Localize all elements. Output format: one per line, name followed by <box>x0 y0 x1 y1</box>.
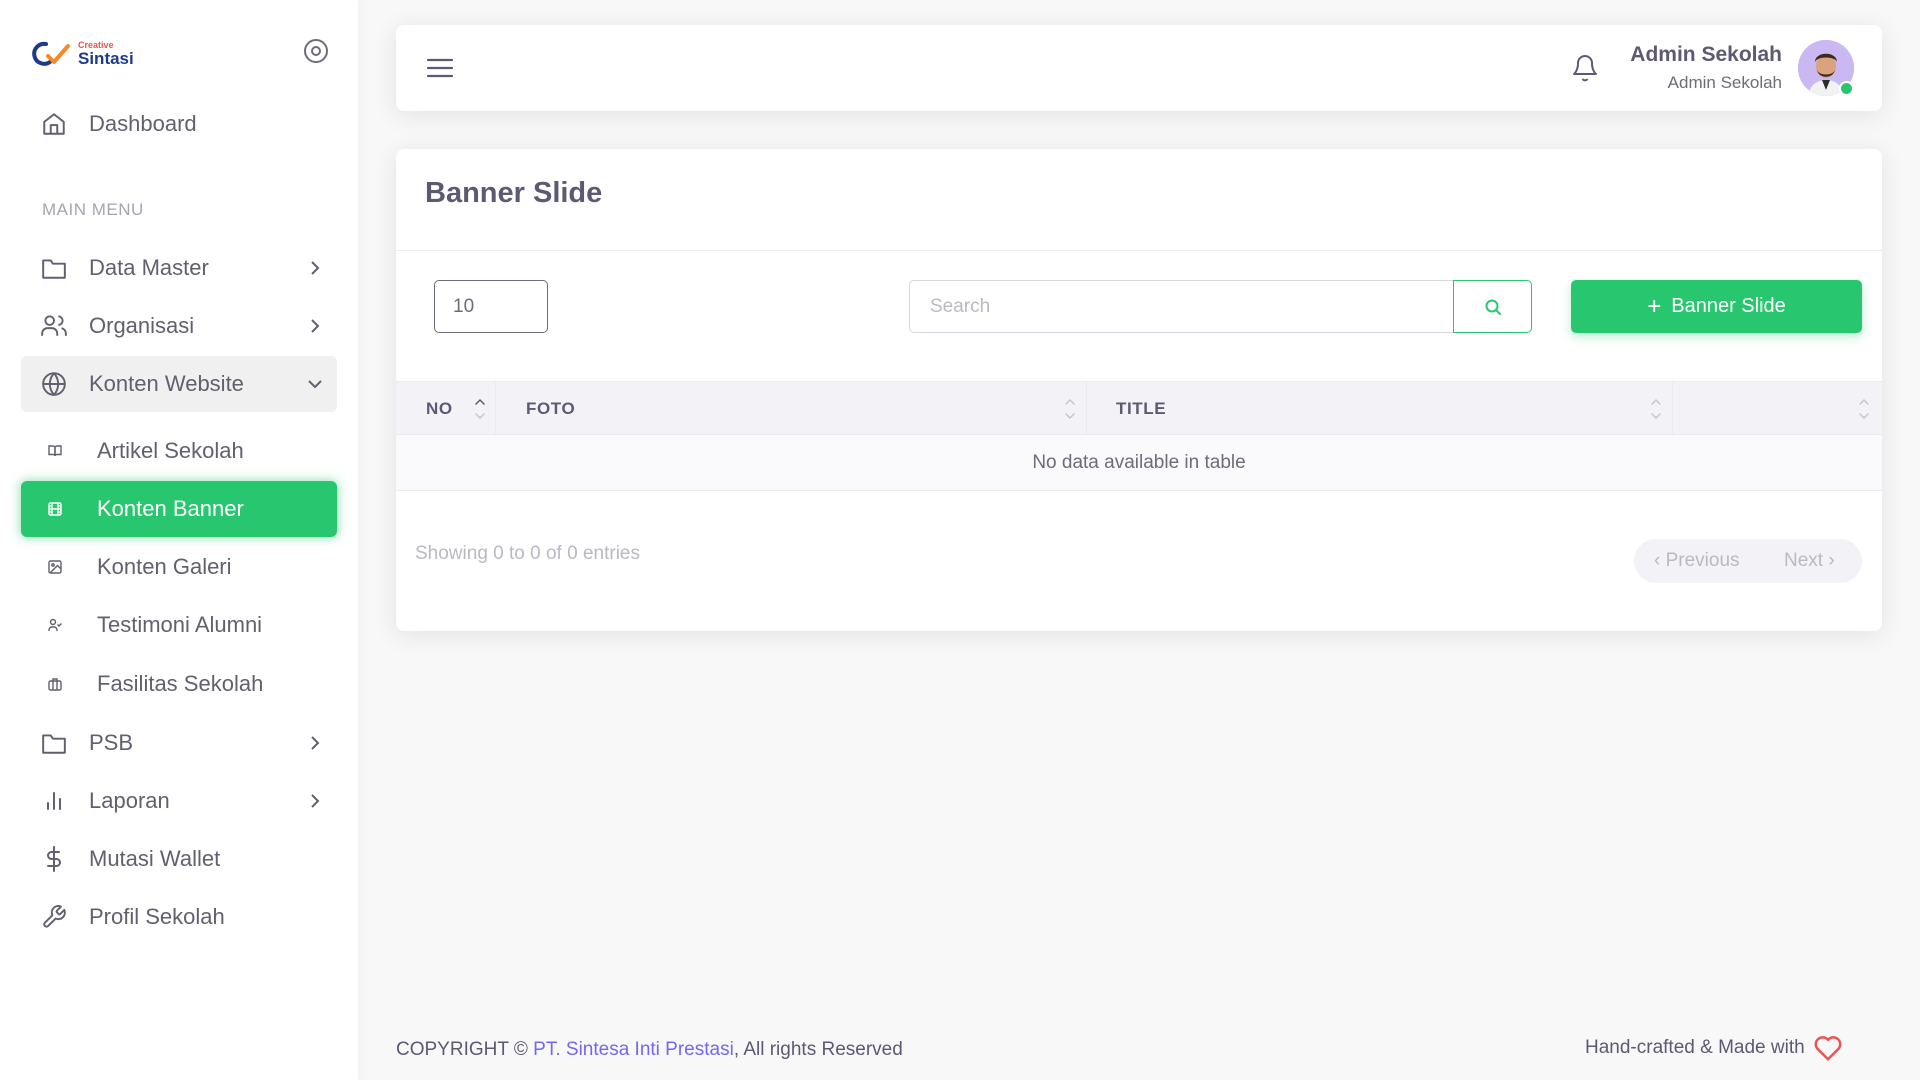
previous-page-button[interactable]: ‹ Previous <box>1654 550 1740 572</box>
previous-label: Previous <box>1665 550 1740 571</box>
notification-bell-icon[interactable] <box>1570 52 1600 84</box>
next-label: Next <box>1784 550 1824 571</box>
user-check-icon <box>47 617 63 633</box>
sidebar-item-label: Organisasi <box>89 313 195 338</box>
online-status-indicator <box>1839 81 1854 96</box>
section-header-main-menu: MAIN MENU <box>42 200 144 219</box>
top-navbar: Admin Sekolah Admin Sekolah <box>396 25 1882 111</box>
sort-icon[interactable] <box>1858 394 1870 424</box>
brand-name: Sintasi <box>78 49 134 68</box>
user-role: Admin Sekolah <box>1667 73 1782 92</box>
sidebar-item-label: Konten Galeri <box>97 554 232 579</box>
sidebar-item-organisasi[interactable]: Organisasi <box>21 298 337 354</box>
table-info: Showing 0 to 0 of 0 entries <box>415 543 640 564</box>
sidebar-item-label: Fasilitas Sekolah <box>97 671 264 696</box>
sidebar-item-label: Artikel Sekolah <box>97 438 244 463</box>
divider <box>396 250 1882 251</box>
sidebar-item-konten-banner[interactable]: Konten Banner <box>21 481 337 537</box>
footer-handcrafted: Hand-crafted & Made with <box>1585 1034 1843 1062</box>
sidebar-item-fasilitas-sekolah[interactable]: Fasilitas Sekolah <box>21 656 337 712</box>
sidebar-item-profil-sekolah[interactable]: Profil Sekolah <box>21 889 337 945</box>
table-header: NO FOTO TITLE <box>396 381 1882 436</box>
dollar-icon <box>39 844 69 874</box>
briefcase-icon <box>47 676 63 692</box>
column-separator <box>495 382 496 436</box>
add-banner-slide-button[interactable]: + Banner Slide <box>1571 280 1862 333</box>
footer-copyright: COPYRIGHT © PT. Sintesa Inti Prestasi, A… <box>396 1039 903 1061</box>
sidebar-item-label: Konten Banner <box>97 496 244 521</box>
globe-icon <box>39 369 69 399</box>
pagination: ‹ Previous Next › <box>1634 539 1862 583</box>
chevron-right-icon <box>311 319 320 333</box>
plus-icon: + <box>1647 292 1662 320</box>
copyright-text: COPYRIGHT © <box>396 1039 528 1060</box>
add-button-label: Banner Slide <box>1671 295 1786 317</box>
sidebar-item-psb[interactable]: PSB <box>21 715 337 771</box>
book-icon <box>47 443 63 459</box>
sidebar-item-label: Laporan <box>89 788 170 813</box>
chevron-down-icon <box>308 380 322 389</box>
sidebar-item-label: Profil Sekolah <box>89 904 225 929</box>
column-header-title[interactable]: TITLE <box>1116 382 1166 436</box>
column-separator <box>1086 382 1087 436</box>
chevron-right-icon <box>311 794 320 808</box>
banner-slide-card: Banner Slide 10 + Banner Slide NO FOTO T… <box>396 149 1882 631</box>
sidebar-item-label: Data Master <box>89 255 209 280</box>
column-header-no[interactable]: NO <box>426 382 453 436</box>
heart-icon <box>1814 1036 1842 1061</box>
bar-chart-icon <box>39 786 69 816</box>
sort-icon[interactable] <box>1650 394 1662 424</box>
sidebar-item-dashboard[interactable]: Dashboard <box>21 96 337 152</box>
folder-icon <box>39 728 69 758</box>
search-input[interactable] <box>909 280 1453 333</box>
folder-icon <box>39 253 69 283</box>
company-link[interactable]: PT. Sintesa Inti Prestasi <box>533 1039 734 1060</box>
sidebar-item-label: Mutasi Wallet <box>89 846 221 871</box>
sidebar-item-label: Testimoni Alumni <box>97 612 263 637</box>
sidebar-item-data-master[interactable]: Data Master <box>21 240 337 296</box>
rights-text: , All rights Reserved <box>733 1039 903 1060</box>
sidebar-item-konten-galeri[interactable]: Konten Galeri <box>21 539 337 595</box>
handcrafted-text: Hand-crafted & Made with <box>1585 1037 1805 1058</box>
sidebar-item-label: Dashboard <box>89 111 197 136</box>
sidebar-item-mutasi-wallet[interactable]: Mutasi Wallet <box>21 831 337 887</box>
empty-table-message: No data available in table <box>396 435 1882 491</box>
sidebar-item-laporan[interactable]: Laporan <box>21 773 337 829</box>
page-title: Banner Slide <box>425 177 603 209</box>
home-icon <box>39 109 69 139</box>
sidebar: Creative Sintasi Dashboard MAIN MENU Dat… <box>0 0 358 1080</box>
sort-icon[interactable] <box>474 394 486 424</box>
menu-icon[interactable] <box>426 55 454 81</box>
tool-icon <box>39 902 69 932</box>
film-icon <box>47 501 63 517</box>
collapse-toggle-icon[interactable] <box>302 37 330 65</box>
next-page-button[interactable]: Next › <box>1784 550 1835 572</box>
sort-icon[interactable] <box>1064 394 1076 424</box>
sidebar-item-testimoni-alumni[interactable]: Testimoni Alumni <box>21 597 337 653</box>
chevron-right-icon <box>311 261 320 275</box>
chevron-right-icon <box>311 736 320 750</box>
users-icon <box>39 311 69 341</box>
sidebar-item-label: Konten Website <box>89 371 244 396</box>
image-icon <box>47 559 63 575</box>
search-icon <box>1485 299 1501 315</box>
page-length-select[interactable]: 10 <box>434 280 548 333</box>
logo-icon <box>32 41 70 66</box>
sidebar-item-label: PSB <box>89 730 134 755</box>
brand-logo[interactable]: Creative Sintasi <box>32 36 134 72</box>
column-header-foto[interactable]: FOTO <box>526 382 575 436</box>
sidebar-item-konten-website[interactable]: Konten Website <box>21 356 337 412</box>
search-button[interactable] <box>1453 280 1532 333</box>
column-separator <box>1672 382 1673 436</box>
sidebar-item-artikel-sekolah[interactable]: Artikel Sekolah <box>21 423 337 479</box>
user-name[interactable]: Admin Sekolah <box>1630 43 1782 67</box>
